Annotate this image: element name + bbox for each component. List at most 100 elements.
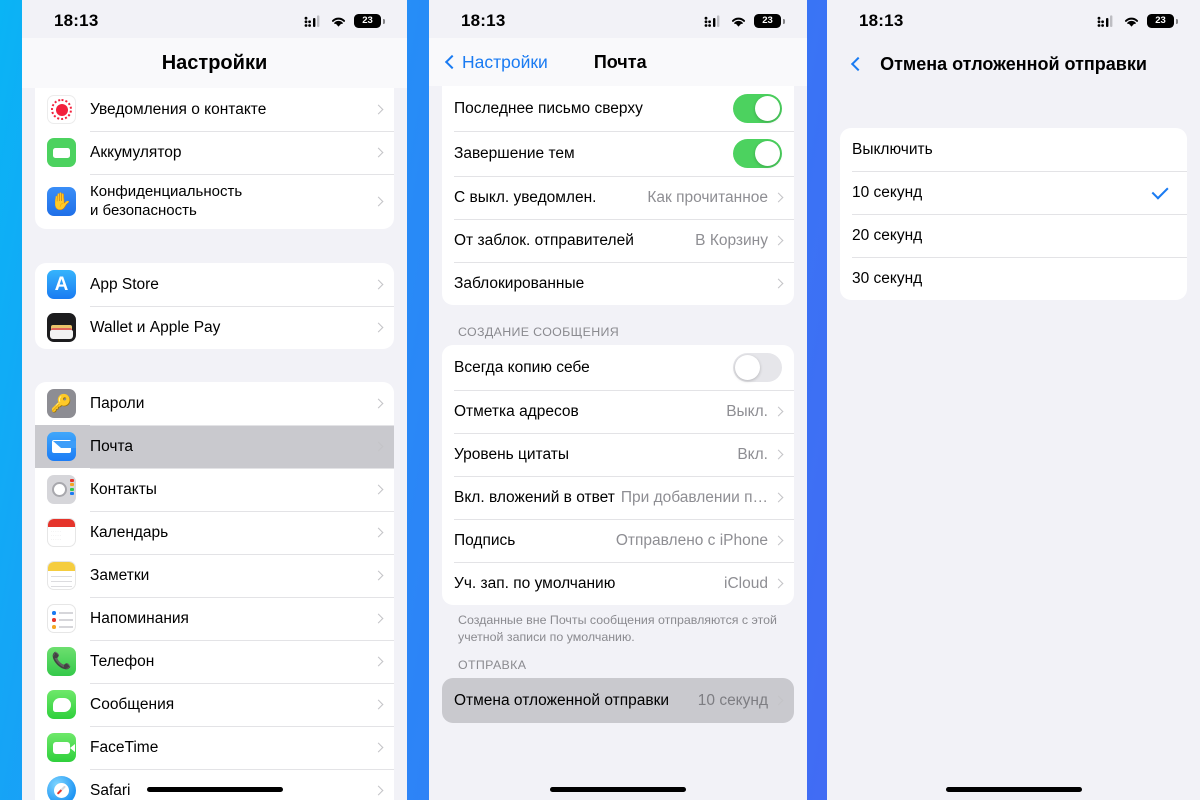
- phone-panel-undo-send-delay: 18:13 23 Отмена отложенной отправки Выкл…: [827, 0, 1200, 800]
- home-indicator[interactable]: [945, 787, 1082, 792]
- toggle-newest-on-top[interactable]: [733, 94, 782, 123]
- sidebar-item-contacts[interactable]: Контакты: [35, 468, 394, 511]
- mail-settings-scroll-content[interactable]: Последнее письмо сверху Завершение тем С…: [429, 86, 807, 800]
- row-label: Напоминания: [90, 609, 189, 627]
- toggle-always-bcc-myself[interactable]: [733, 353, 782, 382]
- row-label: Всегда копию себе: [454, 358, 590, 376]
- chevron-right-icon: [773, 492, 784, 503]
- row-increase-quote-level[interactable]: Уровень цитаты Вкл.: [442, 433, 794, 476]
- chevron-right-icon: [373, 570, 384, 581]
- sidebar-item-messages[interactable]: Сообщения: [35, 683, 394, 726]
- row-label: С выкл. уведомлен.: [454, 188, 597, 206]
- sidebar-item-calendar[interactable]: ∙∙∙∙∙ ∙∙∙∙∙ ∙∙∙∙∙ Календарь: [35, 511, 394, 554]
- row-label: Календарь: [90, 523, 169, 541]
- option-20-seconds[interactable]: 20 секунд: [840, 214, 1187, 257]
- row-label: От заблок. отправителей: [454, 231, 634, 249]
- sidebar-item-privacy[interactable]: ✋ Конфиденциальность и безопасность: [35, 174, 394, 229]
- chevron-right-icon: [773, 406, 784, 417]
- wifi-icon: [731, 17, 746, 27]
- sidebar-item-facetime[interactable]: FaceTime: [35, 726, 394, 769]
- home-indicator[interactable]: [146, 787, 283, 792]
- nav-bar-undo-send: Отмена отложенной отправки: [827, 38, 1200, 90]
- toggle-complete-threads[interactable]: [733, 139, 782, 168]
- chevron-right-icon: [773, 578, 784, 589]
- contact-notifications-icon: [47, 95, 76, 124]
- chevron-right-icon: [373, 196, 384, 207]
- chevron-left-icon: [444, 54, 460, 70]
- row-label: Заблокированные: [454, 274, 585, 292]
- row-default-account[interactable]: Уч. зап. по умолчанию iCloud: [442, 562, 794, 605]
- mail-group-threading: Последнее письмо сверху Завершение тем С…: [442, 86, 794, 305]
- undo-send-scroll-content[interactable]: Выключить 10 секунд 20 секунд 30 секунд: [827, 90, 1200, 800]
- row-newest-on-top[interactable]: Последнее письмо сверху: [442, 86, 794, 131]
- row-label: Заметки: [90, 566, 150, 584]
- row-include-attachments[interactable]: Вкл. вложений в ответ При добавлении п…: [442, 476, 794, 519]
- phone-icon: 📞: [47, 647, 76, 676]
- row-label: Уч. зап. по умолчанию: [454, 574, 616, 592]
- sidebar-item-battery[interactable]: Аккумулятор: [35, 131, 394, 174]
- option-label: 30 секунд: [852, 269, 923, 287]
- reminders-icon: [47, 604, 76, 633]
- checkmark-icon: [1151, 182, 1169, 200]
- settings-scroll-content[interactable]: Уведомления о контакте Аккумулятор ✋ Кон…: [22, 88, 407, 800]
- back-button[interactable]: Настройки: [444, 52, 548, 73]
- sidebar-item-app-store[interactable]: A App Store: [35, 263, 394, 306]
- row-label: FaceTime: [90, 738, 159, 756]
- messages-icon: [47, 690, 76, 719]
- row-value: 10 секунд: [697, 691, 768, 709]
- back-button[interactable]: [850, 56, 866, 72]
- row-value: Вкл.: [737, 445, 768, 463]
- status-bar-time: 18:13: [859, 11, 904, 30]
- chevron-right-icon: [373, 484, 384, 495]
- phone-panel-settings: 18:13 23 Настройки Уведомления о контакт…: [22, 0, 407, 800]
- chevron-right-icon: [373, 527, 384, 538]
- sidebar-item-wallet[interactable]: Wallet и Apple Pay: [35, 306, 394, 349]
- facetime-icon: [47, 733, 76, 762]
- chevron-right-icon: [373, 398, 384, 409]
- calendar-icon: ∙∙∙∙∙ ∙∙∙∙∙ ∙∙∙∙∙: [47, 518, 76, 547]
- row-label: Вкл. вложений в ответ: [454, 488, 615, 506]
- home-indicator[interactable]: [550, 787, 686, 792]
- row-value: iCloud: [724, 574, 768, 592]
- chevron-right-icon: [373, 613, 384, 624]
- chevron-right-icon: [373, 441, 384, 452]
- sidebar-item-contact-notifications[interactable]: Уведомления о контакте: [35, 88, 394, 131]
- sidebar-item-phone[interactable]: 📞 Телефон: [35, 640, 394, 683]
- sidebar-item-passwords[interactable]: 🔑 Пароли: [35, 382, 394, 425]
- row-blocked[interactable]: Заблокированные: [442, 262, 794, 305]
- chevron-right-icon: [773, 278, 784, 289]
- cellular-signal-icon: [704, 14, 720, 27]
- row-complete-threads[interactable]: Завершение тем: [442, 131, 794, 176]
- option-off[interactable]: Выключить: [840, 128, 1187, 171]
- row-blocked-sender-options[interactable]: От заблок. отправителей В Корзину: [442, 219, 794, 262]
- sidebar-item-mail[interactable]: Почта: [35, 425, 394, 468]
- sidebar-item-safari[interactable]: Safari: [35, 769, 394, 800]
- option-10-seconds[interactable]: 10 секунд: [840, 171, 1187, 214]
- option-30-seconds[interactable]: 30 секунд: [840, 257, 1187, 300]
- nav-bar-settings: Настройки: [22, 38, 407, 88]
- nav-bar-mail: Настройки Почта: [429, 38, 807, 86]
- chevron-right-icon: [373, 104, 384, 115]
- row-label: Пароли: [90, 394, 145, 412]
- row-always-bcc-myself[interactable]: Всегда копию себе: [442, 345, 794, 390]
- wifi-icon: [331, 17, 346, 27]
- row-value: При добавлении п…: [620, 488, 768, 506]
- chevron-right-icon: [373, 322, 384, 333]
- chevron-right-icon: [373, 699, 384, 710]
- row-mark-addresses[interactable]: Отметка адресов Выкл.: [442, 390, 794, 433]
- row-value: Как прочитанное: [647, 188, 768, 206]
- row-label: Конфиденциальность и безопасность: [90, 183, 375, 221]
- row-undo-send-delay[interactable]: Отмена отложенной отправки 10 секунд: [442, 678, 794, 723]
- battery-indicator: 23: [1147, 14, 1178, 28]
- cellular-signal-icon: [304, 14, 320, 27]
- settings-group-system: Уведомления о контакте Аккумулятор ✋ Кон…: [35, 88, 394, 229]
- sidebar-item-reminders[interactable]: Напоминания: [35, 597, 394, 640]
- three-phone-screenshot-stage: 18:13 23 Настройки Уведомления о контакт…: [0, 0, 1200, 800]
- wifi-icon: [1124, 17, 1139, 27]
- app-store-icon: A: [47, 270, 76, 299]
- row-label: Сообщения: [90, 695, 175, 713]
- sidebar-item-notes[interactable]: Заметки: [35, 554, 394, 597]
- row-muted-notifications[interactable]: С выкл. уведомлен. Как прочитанное: [442, 176, 794, 219]
- section-header-sending: ОТПРАВКА: [458, 658, 527, 673]
- row-signature[interactable]: Подпись Отправлено с iPhone: [442, 519, 794, 562]
